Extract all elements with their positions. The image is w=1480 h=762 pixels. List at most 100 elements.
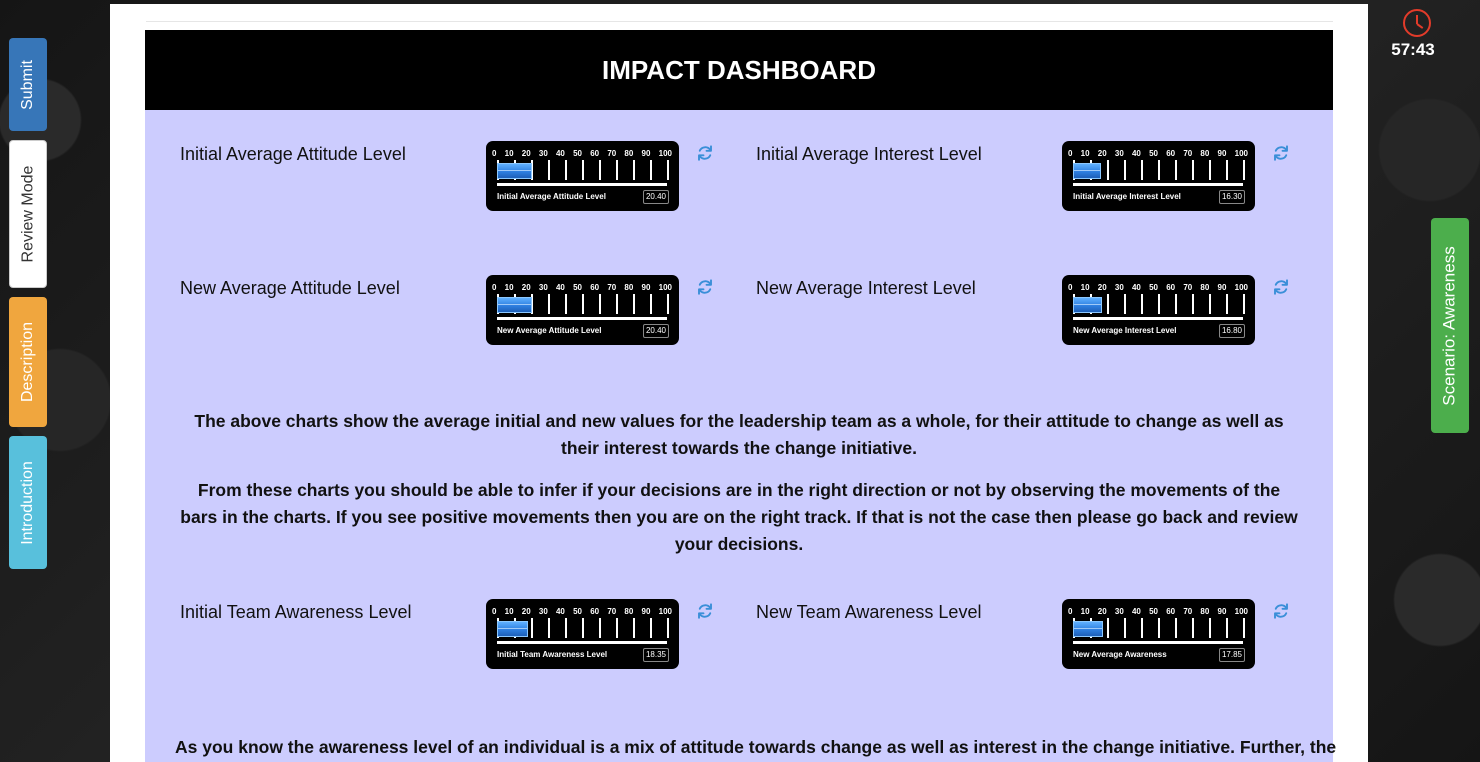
gauge-caption: New Average Interest Level bbox=[1073, 326, 1177, 335]
gauge-scale-label: 50 bbox=[573, 607, 582, 616]
gauge-scale: 0 10 20 30 40 50 60 70 80 90 100 bbox=[1068, 149, 1248, 159]
gauge-track bbox=[497, 183, 667, 186]
gauge-scale-label: 80 bbox=[1200, 607, 1210, 616]
gauge-scale: 0 10 20 30 40 50 60 70 80 90 100 bbox=[1068, 607, 1248, 617]
gauge-scale-label: 0 bbox=[1068, 149, 1073, 158]
gauge-tick bbox=[616, 160, 618, 180]
gauge-scale-label: 10 bbox=[1080, 149, 1090, 158]
gauge-scale-label: 20 bbox=[1097, 283, 1107, 292]
gauge-scale-label: 90 bbox=[641, 283, 651, 292]
gauge-tick bbox=[1243, 294, 1245, 314]
gauge-fill-bar bbox=[497, 297, 532, 313]
gauge-scale-label: 60 bbox=[590, 607, 600, 616]
refresh-icon[interactable] bbox=[696, 602, 714, 620]
gauge-scale-label: 70 bbox=[607, 283, 617, 292]
gauge-tick bbox=[633, 294, 635, 314]
gauge-tick bbox=[1141, 294, 1143, 314]
gauge-scale-label: 0 bbox=[492, 607, 497, 616]
gauge-value: 16.30 bbox=[1219, 190, 1245, 204]
gauge-scale-label: 20 bbox=[521, 607, 531, 616]
gauge-scale-label: 80 bbox=[624, 283, 634, 292]
gauge-value: 20.40 bbox=[643, 190, 669, 204]
gauge-tick bbox=[582, 618, 584, 638]
dashboard-title: IMPACT DASHBOARD bbox=[145, 30, 1333, 110]
gauge-scale-label: 30 bbox=[538, 283, 548, 292]
refresh-icon[interactable] bbox=[696, 278, 714, 296]
description-tab[interactable]: Description bbox=[9, 297, 47, 427]
gauge-initial-attitude: 0 10 20 30 40 50 60 70 80 90 100 Initial Average At… bbox=[486, 141, 679, 211]
gauge-scale-label: 90 bbox=[641, 149, 651, 158]
refresh-icon[interactable] bbox=[1272, 144, 1290, 162]
clock-icon bbox=[1403, 9, 1431, 37]
gauge-caption: Initial Average Attitude Level bbox=[497, 192, 606, 201]
gauge-scale-label: 60 bbox=[590, 283, 600, 292]
gauge-caption: Initial Average Interest Level bbox=[1073, 192, 1181, 201]
gauge-scale-label: 0 bbox=[1068, 607, 1073, 616]
gauge-scale-label: 80 bbox=[624, 149, 634, 158]
refresh-icon[interactable] bbox=[696, 144, 714, 162]
gauge-tick bbox=[1124, 618, 1126, 638]
gauge-tick bbox=[1158, 618, 1160, 638]
gauge-value: 16.80 bbox=[1219, 324, 1245, 338]
gauge-scale-label: 100 bbox=[658, 149, 672, 158]
gauge-new-interest: 0 10 20 30 40 50 60 70 80 90 100 New Average Intere… bbox=[1062, 275, 1255, 345]
gauge-scale-label: 40 bbox=[1131, 283, 1141, 292]
gauge-scale-label: 80 bbox=[1200, 149, 1210, 158]
metric-label-initial-attitude: Initial Average Attitude Level bbox=[180, 144, 406, 164]
gauge-tick bbox=[582, 294, 584, 314]
submit-tab-label: Submit bbox=[19, 59, 37, 110]
gauge-fill-bar bbox=[1073, 163, 1101, 179]
gauge-tick bbox=[1175, 294, 1177, 314]
gauge-tick bbox=[582, 160, 584, 180]
gauge-scale-label: 60 bbox=[1166, 149, 1176, 158]
gauge-tick bbox=[599, 618, 601, 638]
gauge-scale-label: 70 bbox=[1183, 607, 1193, 616]
gauge-tick bbox=[1107, 618, 1109, 638]
gauge-tick bbox=[667, 294, 669, 314]
gauge-track bbox=[1073, 641, 1243, 644]
gauge-caption: New Average Attitude Level bbox=[497, 326, 602, 335]
gauge-scale: 0 10 20 30 40 50 60 70 80 90 100 bbox=[492, 607, 672, 617]
review-mode-tab-label: Review Mode bbox=[19, 165, 36, 263]
gauge-tick bbox=[667, 160, 669, 180]
gauge-tick bbox=[1209, 294, 1211, 314]
gauge-caption: Initial Team Awareness Level bbox=[497, 650, 608, 659]
gauge-tick bbox=[1141, 618, 1143, 638]
refresh-icon[interactable] bbox=[1272, 602, 1290, 620]
gauge-scale-label: 10 bbox=[504, 149, 514, 158]
gauge-tick bbox=[565, 294, 567, 314]
review-mode-tab[interactable]: Review Mode bbox=[9, 140, 47, 288]
gauge-tick bbox=[1175, 160, 1177, 180]
gauge-tick bbox=[633, 160, 635, 180]
refresh-icon[interactable] bbox=[1272, 278, 1290, 296]
gauge-scale-label: 40 bbox=[555, 607, 565, 616]
gauge-tick bbox=[1226, 160, 1228, 180]
gauge-tick bbox=[650, 160, 652, 180]
gauge-scale-label: 70 bbox=[607, 607, 617, 616]
gauge-scale-label: 30 bbox=[538, 149, 548, 158]
gauge-new-awareness: 0 10 20 30 40 50 60 70 80 90 100 New Average Awaren… bbox=[1062, 599, 1255, 669]
gauge-scale: 0 10 20 30 40 50 60 70 80 90 100 bbox=[492, 283, 672, 293]
timer-value: 57:43 bbox=[1391, 40, 1435, 59]
gauge-scale-label: 80 bbox=[624, 607, 634, 616]
gauge-scale-label: 10 bbox=[1080, 607, 1090, 616]
submit-tab[interactable]: Submit bbox=[9, 38, 47, 131]
gauge-scale-label: 100 bbox=[658, 283, 672, 292]
scenario-tab[interactable]: Scenario: Awareness bbox=[1431, 218, 1469, 433]
gauge-scale-label: 20 bbox=[521, 149, 531, 158]
gauge-tick bbox=[1141, 160, 1143, 180]
gauge-tick bbox=[1158, 294, 1160, 314]
gauge-tick bbox=[633, 618, 635, 638]
gauge-tick bbox=[1107, 294, 1109, 314]
info-paragraph: The above charts show the average initia… bbox=[194, 411, 1284, 458]
dashboard-content: Initial Average Attitude Level 0 10 20 30 40… bbox=[145, 110, 1336, 762]
gauge-value: 20.40 bbox=[643, 324, 669, 338]
gauge-tick bbox=[565, 618, 567, 638]
gauge-tick bbox=[599, 160, 601, 180]
gauge-tick bbox=[1192, 160, 1194, 180]
gauge-value: 17.85 bbox=[1219, 648, 1245, 662]
gauge-scale-label: 30 bbox=[538, 607, 548, 616]
metric-label-initial-awareness: Initial Team Awareness Level bbox=[180, 602, 412, 622]
gauge-scale-label: 20 bbox=[1097, 607, 1107, 616]
introduction-tab[interactable]: Introduction bbox=[9, 436, 47, 569]
